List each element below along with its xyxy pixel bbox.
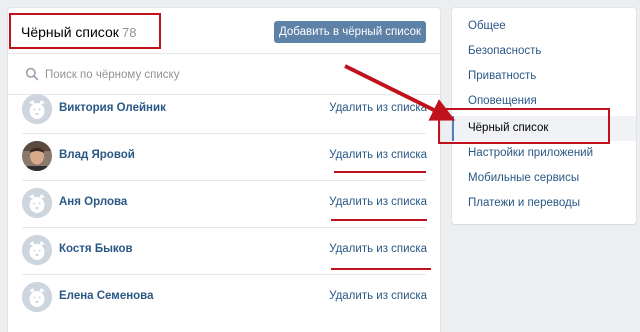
annotation-underline [334,171,426,173]
remove-from-list-link[interactable]: Удалить из списка [329,196,427,208]
menu-item-payments[interactable]: Платежи и переводы [452,191,636,216]
default-dog-avatar[interactable] [22,282,52,312]
remove-from-list-link[interactable]: Удалить из списка [329,290,427,302]
person-name-link[interactable]: Аня Орлова [59,196,127,208]
add-to-blacklist-button[interactable]: Добавить в чёрный список [274,21,426,43]
page-title: Чёрный список [21,24,119,40]
person-name-link[interactable]: Влад Яровой [59,149,135,161]
list-item: Влад Яровой Удалить из списка [8,134,440,181]
remove-from-list-link[interactable]: Удалить из списка [329,243,427,255]
search-icon [25,67,39,81]
blacklist-count: 78 [122,25,137,40]
menu-item-general[interactable]: Общее [452,14,636,39]
default-dog-avatar[interactable] [22,188,52,218]
person-name-link[interactable]: Елена Семенова [59,290,154,302]
title-highlight-box: Чёрный список 78 [9,13,161,49]
default-dog-avatar[interactable] [22,235,52,265]
menu-item-mobile-services[interactable]: Мобильные сервисы [452,166,636,191]
menu-item-app-settings[interactable]: Настройки приложений [452,141,636,166]
default-dog-avatar[interactable] [22,94,52,124]
menu-item-security[interactable]: Безопасность [452,39,636,64]
blacklist-panel: Чёрный список 78 Добавить в чёрный списо… [8,8,440,332]
list-item: Виктория Олейник Удалить из списка [8,87,440,134]
remove-from-list-link[interactable]: Удалить из списка [329,102,427,114]
person-name-link[interactable]: Виктория Олейник [59,102,166,114]
menu-highlight-box [438,108,610,144]
user-photo-avatar[interactable] [22,141,52,171]
menu-item-privacy[interactable]: Приватность [452,64,636,89]
search-input[interactable] [45,65,415,85]
blacklist-header: Чёрный список 78 Добавить в чёрный списо… [8,8,440,54]
person-name-link[interactable]: Костя Быков [59,243,133,255]
annotation-underline [331,268,431,270]
annotation-underline [331,219,427,221]
remove-from-list-link[interactable]: Удалить из списка [329,149,427,161]
list-item: Елена Семенова Удалить из списка [8,275,440,322]
